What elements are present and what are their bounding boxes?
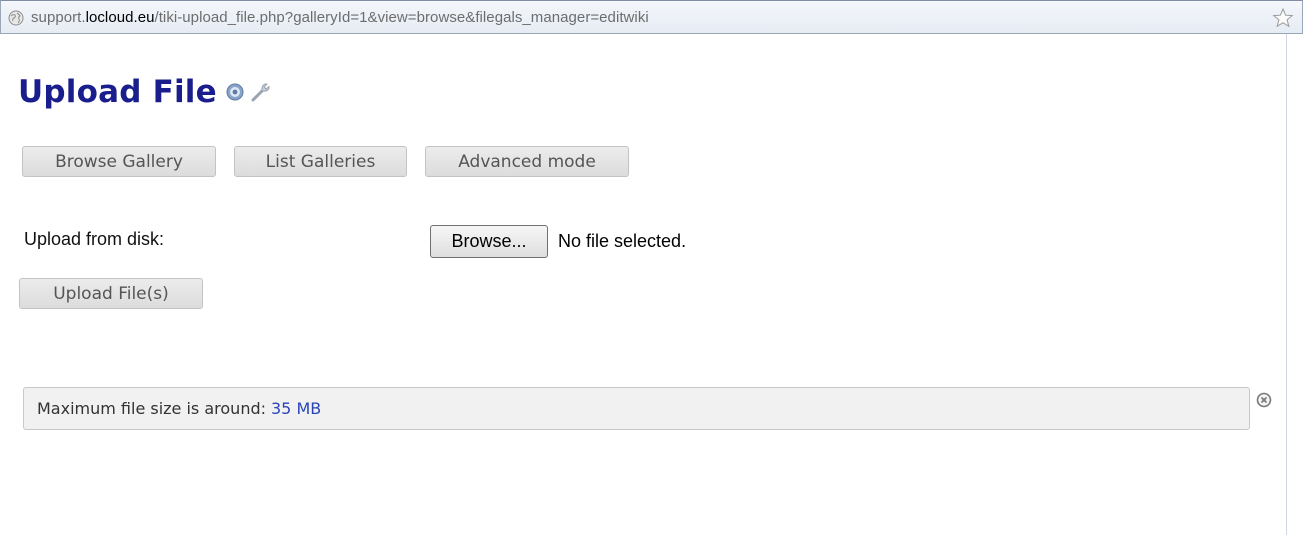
page-title: Upload File	[18, 74, 217, 110]
max-size-value: 35 MB	[271, 399, 322, 418]
address-bar[interactable]: support.locloud.eu/tiki-upload_file.php?…	[0, 0, 1303, 34]
list-galleries-button[interactable]: List Galleries	[234, 146, 407, 177]
help-icon[interactable]	[226, 83, 244, 101]
window-edge	[1286, 34, 1287, 535]
upload-files-button[interactable]: Upload File(s)	[19, 278, 203, 309]
upload-from-disk-label: Upload from disk:	[24, 229, 165, 249]
url-prefix: support.	[31, 9, 86, 26]
globe-icon	[8, 10, 24, 26]
url-text[interactable]: support.locloud.eu/tiki-upload_file.php?…	[31, 9, 649, 26]
bookmark-star-icon[interactable]	[1272, 7, 1294, 29]
advanced-mode-button[interactable]: Advanced mode	[425, 146, 629, 177]
wrench-icon[interactable]	[250, 81, 272, 103]
browse-gallery-button[interactable]: Browse Gallery	[22, 146, 216, 177]
url-domain: locloud.eu	[85, 9, 155, 26]
file-status-text: No file selected.	[558, 231, 687, 251]
max-size-info-box: Maximum file size is around: 35 MB	[23, 387, 1250, 430]
url-path: /tiki-upload_file.php?galleryId=1&view=b…	[154, 9, 649, 26]
title-row: Upload File	[18, 72, 272, 112]
max-size-text: Maximum file size is around:	[37, 399, 266, 418]
close-icon[interactable]	[1256, 392, 1272, 408]
browse-file-button[interactable]: Browse...	[430, 225, 548, 258]
